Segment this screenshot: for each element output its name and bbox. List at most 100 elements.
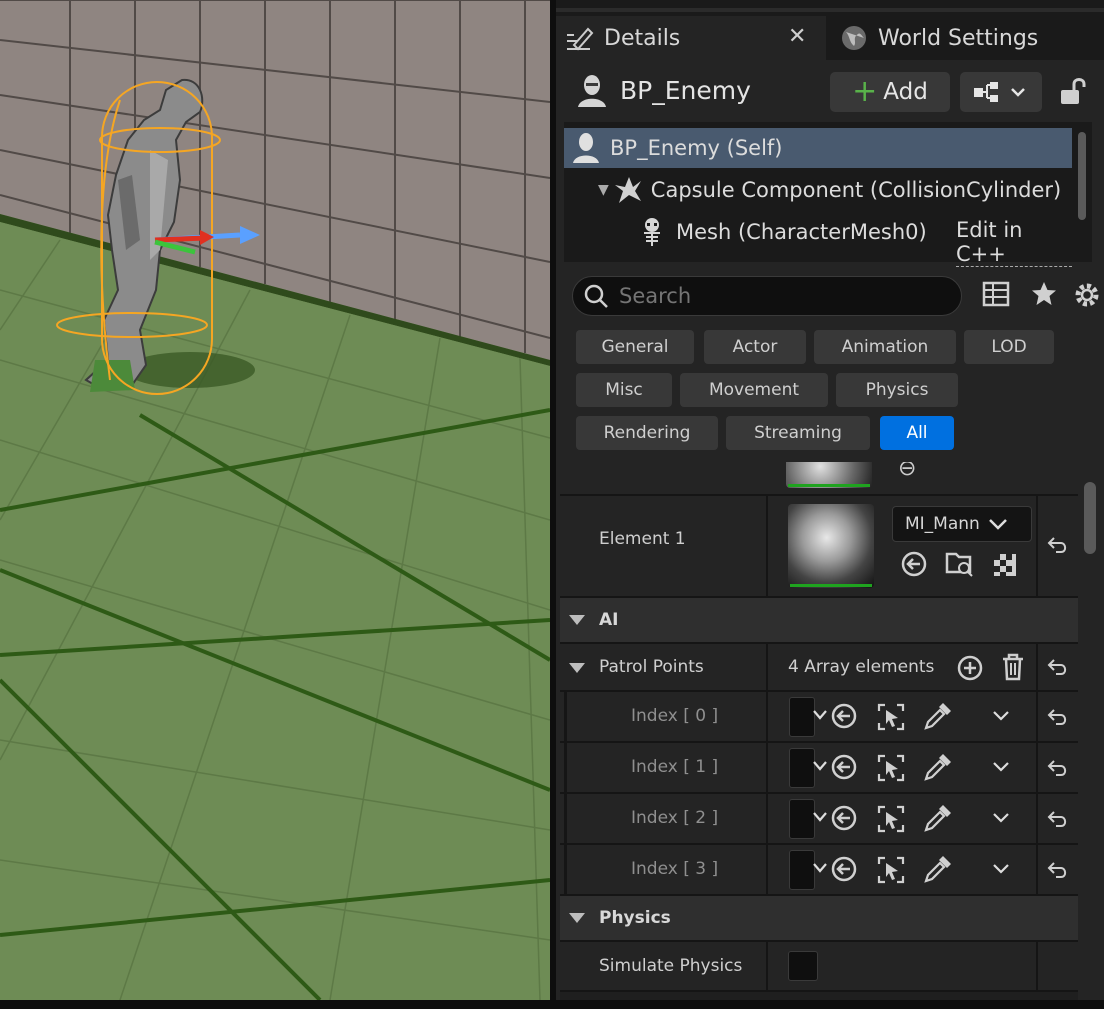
select-actor-cursor-icon[interactable] (876, 855, 906, 885)
use-selected-actor-icon[interactable] (830, 753, 858, 781)
component-label: BP_Enemy (Self) (610, 136, 783, 160)
browse-asset-icon[interactable] (944, 548, 974, 578)
chevron-down-icon[interactable] (992, 761, 1010, 773)
chevron-down-icon[interactable] (812, 811, 828, 823)
add-element-icon[interactable] (956, 654, 984, 682)
eyedropper-icon[interactable] (922, 855, 952, 885)
chevron-down-icon[interactable] (812, 760, 828, 772)
filter-movement[interactable]: Movement (680, 373, 828, 407)
component-label: Mesh (CharacterMesh0) (676, 220, 927, 244)
reset-to-default-icon[interactable] (1046, 706, 1070, 728)
patrol-index-row: Index [ 3 ] (560, 845, 1078, 896)
viewport-scene (0, 0, 550, 1000)
plus-icon: + (852, 74, 878, 109)
lock-open-icon[interactable] (1058, 76, 1088, 112)
reset-to-default-icon[interactable] (1046, 656, 1070, 678)
world-icon (842, 26, 866, 50)
add-component-button[interactable]: + Add (830, 72, 950, 112)
table-view-icon[interactable] (982, 280, 1010, 312)
tab-details[interactable]: Details ✕ (556, 16, 826, 60)
chevron-down-icon[interactable] (992, 812, 1010, 824)
simulate-physics-checkbox[interactable] (788, 951, 818, 981)
use-selected-arrow-icon[interactable]: ⊖ (898, 462, 916, 481)
eyedropper-icon[interactable] (922, 702, 952, 732)
use-selected-actor-icon[interactable] (830, 702, 858, 730)
filter-rendering[interactable]: Rendering (576, 416, 718, 450)
select-actor-cursor-icon[interactable] (876, 753, 906, 783)
array-index-label: Index [ 0 ] (631, 706, 719, 726)
component-row-self[interactable]: BP_Enemy (Self) (564, 128, 1072, 168)
actor-name: BP_Enemy (620, 76, 751, 105)
indent-guide (564, 692, 567, 741)
chevron-down-icon[interactable] (812, 862, 828, 874)
array-count: 4 Array elements (788, 657, 935, 677)
eyedropper-icon[interactable] (922, 753, 952, 783)
select-actor-cursor-icon[interactable] (876, 702, 906, 732)
filter-actor[interactable]: Actor (704, 330, 806, 364)
use-selected-actor-icon[interactable] (830, 855, 858, 883)
chevron-down-icon (988, 519, 1007, 530)
blueprint-options-button[interactable] (960, 72, 1042, 112)
chevron-down-icon[interactable] (812, 709, 828, 721)
component-label: Capsule Component (CollisionCylinder) (650, 178, 1062, 202)
tab-world-settings[interactable]: World Settings (836, 16, 1096, 60)
material-thumbnail[interactable] (788, 504, 874, 588)
chevron-down-icon[interactable] (992, 710, 1010, 722)
select-actor-cursor-icon[interactable] (876, 804, 906, 834)
section-ai-header[interactable]: AI (560, 598, 1078, 644)
filter-streaming[interactable]: Streaming (726, 416, 870, 450)
filter-physics[interactable]: Physics (836, 373, 958, 407)
hierarchy-dropdown-icon (974, 82, 1025, 102)
patrol-points-label: Patrol Points (599, 657, 704, 677)
use-selected-asset-icon[interactable] (900, 550, 928, 578)
component-row-capsule[interactable]: ▼ Capsule Component (CollisionCylinder) (564, 170, 1072, 210)
array-index-label: Index [ 3 ] (631, 859, 719, 879)
thumbnail-underline (790, 584, 872, 587)
skeletal-mesh-icon (644, 218, 660, 246)
eyedropper-icon[interactable] (922, 804, 952, 834)
filter-misc[interactable]: Misc (576, 373, 672, 407)
tab-strip: Details ✕ World Settings (556, 0, 1104, 60)
level-viewport[interactable] (0, 0, 550, 1000)
patrol-index-row: Index [ 2 ] (560, 794, 1078, 845)
reset-to-default-icon[interactable] (1046, 859, 1070, 881)
material-asset-combo[interactable]: MI_Mann (892, 506, 1032, 542)
checker-texture-icon[interactable] (992, 552, 1018, 578)
details-panel: Details ✕ World Settings BP_Enemy + Add (556, 0, 1104, 1000)
filter-all[interactable]: All (880, 416, 954, 450)
filter-lod[interactable]: LOD (964, 330, 1054, 364)
property-scrollbar[interactable] (1084, 482, 1096, 554)
search-input[interactable] (617, 281, 941, 311)
edit-in-cpp-link[interactable]: Edit in C++ (956, 218, 1072, 267)
reset-to-default-icon[interactable] (1046, 534, 1070, 556)
filter-general[interactable]: General (576, 330, 694, 364)
component-row-mesh[interactable]: Mesh (CharacterMesh0) Edit in C++ (564, 212, 1072, 267)
material-element-0-row: ⊖ (560, 462, 1078, 496)
settings-gear-icon[interactable] (1072, 280, 1102, 314)
reset-to-default-icon[interactable] (1046, 757, 1070, 779)
section-physics-label: Physics (599, 908, 671, 928)
close-tab-icon[interactable]: ✕ (788, 24, 806, 49)
trash-icon[interactable] (1000, 652, 1026, 682)
chevron-down-icon[interactable]: ▼ (598, 182, 609, 198)
tab-details-label: Details (604, 25, 681, 51)
filter-animation[interactable]: Animation (814, 330, 956, 364)
edit-pencil-icon (567, 27, 594, 51)
capsule-component-icon (614, 177, 641, 203)
patrol-points-row: Patrol Points 4 Array elements (560, 644, 1078, 692)
section-physics-header[interactable]: Physics (560, 896, 1078, 942)
reset-to-default-icon[interactable] (1046, 808, 1070, 830)
bottom-border (0, 1000, 1104, 1009)
chevron-down-icon (569, 913, 585, 923)
patrol-index-row: Index [ 1 ] (560, 743, 1078, 794)
indent-guide (564, 743, 567, 792)
chevron-down-icon[interactable] (568, 662, 586, 674)
indent-guide (564, 845, 567, 894)
chevron-down-icon (569, 615, 585, 625)
thumbnail-underline (788, 484, 870, 487)
chevron-down-icon[interactable] (992, 863, 1010, 875)
search-icon (584, 284, 608, 308)
use-selected-actor-icon[interactable] (830, 804, 858, 832)
tree-scrollbar[interactable] (1078, 132, 1086, 220)
favorites-star-icon[interactable] (1030, 280, 1058, 312)
